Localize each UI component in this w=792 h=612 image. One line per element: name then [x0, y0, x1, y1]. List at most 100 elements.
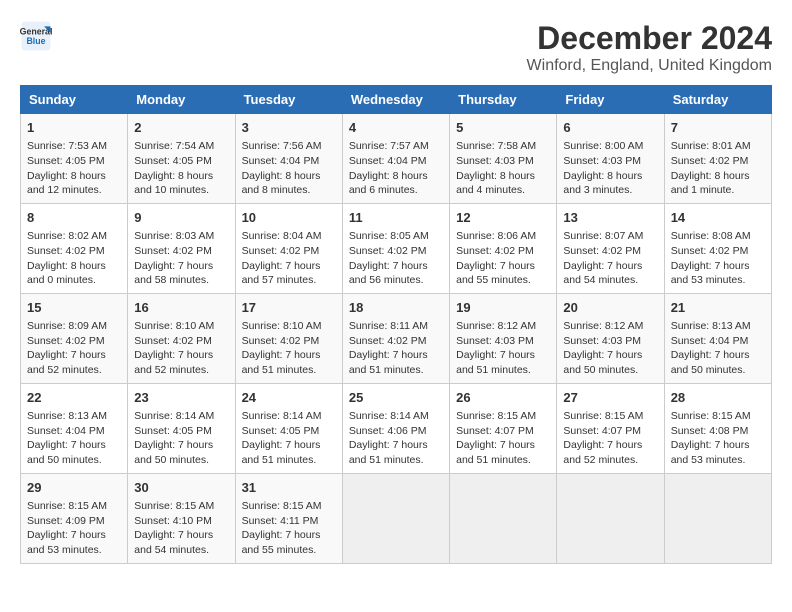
day-info: Sunrise: 8:15 AM Sunset: 4:09 PM Dayligh…: [27, 499, 121, 558]
calendar-day-22: 22 Sunrise: 8:13 AM Sunset: 4:04 PM Dayli…: [21, 383, 128, 473]
day-number: 7: [671, 119, 765, 137]
day-info: Sunrise: 8:07 AM Sunset: 4:02 PM Dayligh…: [563, 229, 657, 288]
day-number: 15: [27, 299, 121, 317]
calendar-day-23: 23Sunrise: 8:14 AM Sunset: 4:05 PM Dayli…: [128, 383, 235, 473]
calendar-day-15: 15 Sunrise: 8:09 AM Sunset: 4:02 PM Dayli…: [21, 293, 128, 383]
day-info: Sunrise: 8:10 AM Sunset: 4:02 PM Dayligh…: [242, 319, 336, 378]
day-info: Sunrise: 8:13 AM Sunset: 4:04 PM Dayligh…: [671, 319, 765, 378]
day-number: 5: [456, 119, 550, 137]
day-info: Sunrise: 8:14 AM Sunset: 4:06 PM Dayligh…: [349, 409, 443, 468]
day-number: 26: [456, 389, 550, 407]
day-info: Sunrise: 7:58 AM Sunset: 4:03 PM Dayligh…: [456, 139, 550, 198]
day-info: Sunrise: 8:03 AM Sunset: 4:02 PM Dayligh…: [134, 229, 228, 288]
day-number: 19: [456, 299, 550, 317]
day-number: 1: [27, 119, 121, 137]
empty-cell: [450, 473, 557, 563]
logo-icon: General Blue: [20, 20, 52, 52]
day-info: Sunrise: 8:09 AM Sunset: 4:02 PM Dayligh…: [27, 319, 121, 378]
calendar-day-21: 21 Sunrise: 8:13 AM Sunset: 4:04 PM Dayli…: [664, 293, 771, 383]
weekday-header-saturday: Saturday: [664, 86, 771, 114]
day-info: Sunrise: 8:05 AM Sunset: 4:02 PM Dayligh…: [349, 229, 443, 288]
calendar-day-10: 10 Sunrise: 8:04 AM Sunset: 4:02 PM Dayli…: [235, 203, 342, 293]
day-number: 4: [349, 119, 443, 137]
day-number: 9: [134, 209, 228, 227]
day-info: Sunrise: 8:15 AM Sunset: 4:07 PM Dayligh…: [563, 409, 657, 468]
calendar-body: 1 Sunrise: 7:53 AM Sunset: 4:05 PM Daylig…: [21, 114, 772, 564]
calendar-day-2: 2Sunrise: 7:54 AM Sunset: 4:05 PM Daylig…: [128, 114, 235, 204]
day-number: 21: [671, 299, 765, 317]
day-info: Sunrise: 8:12 AM Sunset: 4:03 PM Dayligh…: [563, 319, 657, 378]
title-area: December 2024 Winford, England, United K…: [527, 20, 772, 75]
day-info: Sunrise: 8:15 AM Sunset: 4:07 PM Dayligh…: [456, 409, 550, 468]
weekday-header-sunday: Sunday: [21, 86, 128, 114]
day-number: 28: [671, 389, 765, 407]
calendar-week-3: 15 Sunrise: 8:09 AM Sunset: 4:02 PM Dayli…: [21, 293, 772, 383]
day-info: Sunrise: 8:00 AM Sunset: 4:03 PM Dayligh…: [563, 139, 657, 198]
day-number: 23: [134, 389, 228, 407]
calendar-day-31: 31Sunrise: 8:15 AM Sunset: 4:11 PM Dayli…: [235, 473, 342, 563]
day-number: 8: [27, 209, 121, 227]
day-number: 18: [349, 299, 443, 317]
day-number: 14: [671, 209, 765, 227]
day-info: Sunrise: 8:01 AM Sunset: 4:02 PM Dayligh…: [671, 139, 765, 198]
calendar-day-29: 29 Sunrise: 8:15 AM Sunset: 4:09 PM Dayli…: [21, 473, 128, 563]
calendar-table: SundayMondayTuesdayWednesdayThursdayFrid…: [20, 85, 772, 564]
calendar-day-9: 9 Sunrise: 8:03 AM Sunset: 4:02 PM Daylig…: [128, 203, 235, 293]
day-number: 29: [27, 479, 121, 497]
calendar-header-row: SundayMondayTuesdayWednesdayThursdayFrid…: [21, 86, 772, 114]
calendar-day-26: 26 Sunrise: 8:15 AM Sunset: 4:07 PM Dayli…: [450, 383, 557, 473]
calendar-day-19: 19 Sunrise: 8:12 AM Sunset: 4:03 PM Dayli…: [450, 293, 557, 383]
calendar-day-6: 6 Sunrise: 8:00 AM Sunset: 4:03 PM Daylig…: [557, 114, 664, 204]
day-number: 30: [134, 479, 228, 497]
calendar-day-25: 25Sunrise: 8:14 AM Sunset: 4:06 PM Dayli…: [342, 383, 449, 473]
day-info: Sunrise: 7:53 AM Sunset: 4:05 PM Dayligh…: [27, 139, 121, 198]
calendar-day-27: 27 Sunrise: 8:15 AM Sunset: 4:07 PM Dayli…: [557, 383, 664, 473]
day-number: 24: [242, 389, 336, 407]
day-number: 20: [563, 299, 657, 317]
day-info: Sunrise: 8:06 AM Sunset: 4:02 PM Dayligh…: [456, 229, 550, 288]
day-number: 3: [242, 119, 336, 137]
day-info: Sunrise: 8:12 AM Sunset: 4:03 PM Dayligh…: [456, 319, 550, 378]
weekday-header-wednesday: Wednesday: [342, 86, 449, 114]
day-number: 27: [563, 389, 657, 407]
logo: General Blue: [20, 20, 52, 52]
svg-text:Blue: Blue: [26, 36, 45, 46]
day-info: Sunrise: 8:13 AM Sunset: 4:04 PM Dayligh…: [27, 409, 121, 468]
day-info: Sunrise: 8:15 AM Sunset: 4:08 PM Dayligh…: [671, 409, 765, 468]
day-number: 22: [27, 389, 121, 407]
location: Winford, England, United Kingdom: [527, 57, 772, 75]
calendar-day-13: 13Sunrise: 8:07 AM Sunset: 4:02 PM Dayli…: [557, 203, 664, 293]
weekday-header-thursday: Thursday: [450, 86, 557, 114]
calendar-day-11: 11 Sunrise: 8:05 AM Sunset: 4:02 PM Dayli…: [342, 203, 449, 293]
day-info: Sunrise: 7:54 AM Sunset: 4:05 PM Dayligh…: [134, 139, 228, 198]
calendar-day-4: 4 Sunrise: 7:57 AM Sunset: 4:04 PM Daylig…: [342, 114, 449, 204]
day-info: Sunrise: 8:10 AM Sunset: 4:02 PM Dayligh…: [134, 319, 228, 378]
day-number: 6: [563, 119, 657, 137]
day-number: 12: [456, 209, 550, 227]
page-header: General Blue December 2024 Winford, Engl…: [20, 20, 772, 75]
calendar-day-7: 7 Sunrise: 8:01 AM Sunset: 4:02 PM Daylig…: [664, 114, 771, 204]
calendar-day-16: 16 Sunrise: 8:10 AM Sunset: 4:02 PM Dayli…: [128, 293, 235, 383]
day-info: Sunrise: 8:15 AM Sunset: 4:10 PM Dayligh…: [134, 499, 228, 558]
empty-cell: [342, 473, 449, 563]
day-number: 10: [242, 209, 336, 227]
calendar-day-3: 3 Sunrise: 7:56 AM Sunset: 4:04 PM Daylig…: [235, 114, 342, 204]
calendar-week-1: 1 Sunrise: 7:53 AM Sunset: 4:05 PM Daylig…: [21, 114, 772, 204]
day-info: Sunrise: 7:57 AM Sunset: 4:04 PM Dayligh…: [349, 139, 443, 198]
day-info: Sunrise: 8:04 AM Sunset: 4:02 PM Dayligh…: [242, 229, 336, 288]
day-info: Sunrise: 8:11 AM Sunset: 4:02 PM Dayligh…: [349, 319, 443, 378]
calendar-day-18: 18 Sunrise: 8:11 AM Sunset: 4:02 PM Dayli…: [342, 293, 449, 383]
calendar-day-17: 17 Sunrise: 8:10 AM Sunset: 4:02 PM Dayli…: [235, 293, 342, 383]
day-number: 16: [134, 299, 228, 317]
empty-cell: [664, 473, 771, 563]
weekday-header-tuesday: Tuesday: [235, 86, 342, 114]
calendar-day-12: 12 Sunrise: 8:06 AM Sunset: 4:02 PM Dayli…: [450, 203, 557, 293]
day-number: 11: [349, 209, 443, 227]
calendar-day-20: 20 Sunrise: 8:12 AM Sunset: 4:03 PM Dayli…: [557, 293, 664, 383]
weekday-header-friday: Friday: [557, 86, 664, 114]
day-info: Sunrise: 7:56 AM Sunset: 4:04 PM Dayligh…: [242, 139, 336, 198]
day-number: 17: [242, 299, 336, 317]
day-info: Sunrise: 8:15 AM Sunset: 4:11 PM Dayligh…: [242, 499, 336, 558]
day-info: Sunrise: 8:14 AM Sunset: 4:05 PM Dayligh…: [242, 409, 336, 468]
calendar-day-8: 8Sunrise: 8:02 AM Sunset: 4:02 PM Daylig…: [21, 203, 128, 293]
